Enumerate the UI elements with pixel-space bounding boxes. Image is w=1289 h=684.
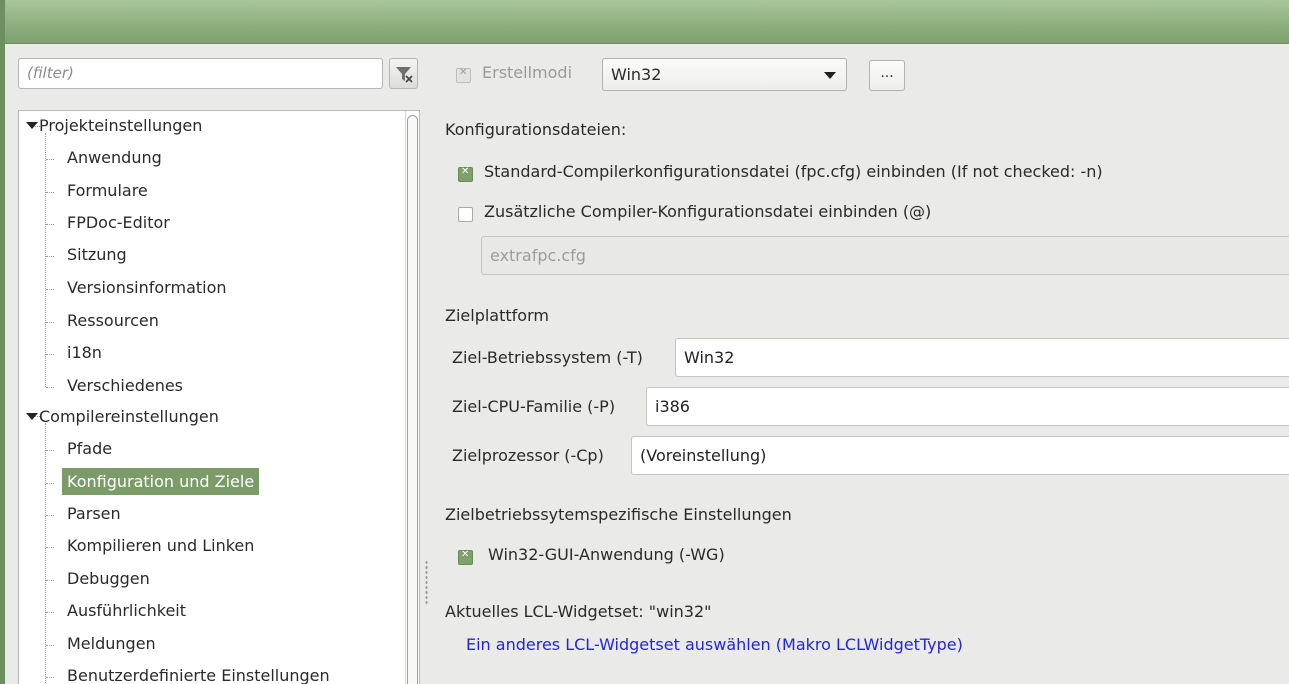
tree-item-meldungen[interactable]: Meldungen — [67, 629, 156, 659]
extra-config-label[interactable]: Zusätzliche Compiler-Konfigurationsdatei… — [484, 202, 931, 221]
tree-guide-line — [46, 450, 54, 451]
target-cpu-label: Ziel-CPU-Familie (-P) — [452, 397, 616, 416]
win32-gui-label[interactable]: Win32-GUI-Anwendung (-WG) — [488, 545, 725, 564]
select-lcl-widgetset-link[interactable]: Ein anderes LCL-Widgetset auswählen (Mak… — [466, 635, 963, 654]
tree-item-label: i18n — [67, 343, 102, 362]
dropdown-arrow-icon — [824, 72, 836, 79]
expand-arrow-icon[interactable] — [26, 413, 38, 420]
tree-scrollbar[interactable] — [405, 111, 419, 684]
tree-item-debuggen[interactable]: Debuggen — [67, 564, 150, 594]
tree-item-label: Versionsinformation — [67, 278, 227, 297]
tree-guide-line — [46, 645, 54, 646]
filter-clear-icon — [396, 67, 413, 83]
tree-item-konfiguration-und-ziele[interactable]: Konfiguration und Ziele — [62, 467, 260, 497]
os-specific-heading: Zielbetriebssytemspezifische Einstellung… — [445, 505, 792, 524]
tree-item-label: Ressourcen — [67, 311, 159, 330]
tree-item-anwendung[interactable]: Anwendung — [67, 143, 162, 173]
tree-item-label: Ausführlichkeit — [67, 601, 186, 620]
tree-item-verschiedenes[interactable]: Verschiedenes — [67, 371, 183, 401]
tree-node-label: Projekteinstellungen — [39, 116, 203, 135]
build-modes-checkbox[interactable] — [456, 67, 471, 83]
tree-item-i18n[interactable]: i18n — [67, 338, 102, 368]
tree-item-label: Anwendung — [67, 148, 162, 167]
tree-item-label: Konfiguration und Ziele — [62, 468, 260, 495]
target-processor-label: Zielprozessor (-Cp) — [452, 446, 604, 465]
tree-item-formulare[interactable]: Formulare — [67, 176, 148, 206]
window-titlebar[interactable] — [5, 0, 1289, 44]
tree-guide-line — [46, 322, 54, 323]
build-modes-label: Erstellmodi — [482, 63, 573, 82]
win32-gui-checkbox[interactable] — [458, 549, 473, 565]
standard-config-checkbox[interactable] — [458, 166, 473, 182]
tree-guide-line — [46, 612, 54, 613]
clear-filter-button[interactable] — [389, 58, 418, 89]
tree-guide-line — [46, 354, 54, 355]
tree-item-kompilieren-und-linken[interactable]: Kompilieren und Linken — [67, 531, 254, 561]
tree-item-label: Debuggen — [67, 569, 150, 588]
tree-guide-line — [46, 547, 54, 548]
pane-splitter-handle[interactable] — [425, 560, 428, 604]
tree-item-label: Sitzung — [67, 245, 127, 264]
options-dialog: (filter) Projekteinstellungen Anwendung … — [5, 44, 1289, 684]
tree-item-label: FPDoc-Editor — [67, 213, 170, 232]
tree-guide-line — [46, 483, 54, 484]
target-os-label: Ziel-Betriebssystem (-T) — [452, 348, 643, 367]
tree-guide-line — [46, 515, 54, 516]
tree-guide-line — [46, 289, 54, 290]
tree-node-projekteinstellungen[interactable]: Projekteinstellungen — [39, 111, 202, 141]
tree-item-ressourcen[interactable]: Ressourcen — [67, 306, 159, 336]
tree-item-label: Meldungen — [67, 634, 156, 653]
tree-node-label: Compilereinstellungen — [39, 407, 219, 426]
tree-item-benutzerdefinierte-einstellungen[interactable]: Benutzerdefinierte Einstellungen — [67, 661, 330, 684]
build-mode-select[interactable]: Win32 — [602, 58, 847, 91]
tree-guide-line — [46, 256, 54, 257]
tree-item-ausfuehrlichkeit[interactable]: Ausführlichkeit — [67, 596, 186, 626]
tree-guide-line — [46, 387, 54, 388]
tree-guide-line — [46, 224, 54, 225]
extra-config-file-field[interactable]: extrafpc.cfg — [481, 236, 1289, 275]
build-mode-value: Win32 — [611, 65, 662, 84]
extra-config-checkbox[interactable] — [458, 207, 473, 222]
tree-item-label: Parsen — [67, 504, 121, 523]
tree-guide-line — [46, 159, 54, 160]
expand-arrow-icon[interactable] — [26, 122, 38, 129]
tree-item-pfade[interactable]: Pfade — [67, 434, 112, 464]
tree-item-label: Benutzerdefinierte Einstellungen — [67, 666, 330, 684]
tree-guide-line — [45, 133, 46, 387]
tree-node-compilereinstellungen[interactable]: Compilereinstellungen — [39, 402, 219, 432]
target-platform-heading: Zielplattform — [445, 306, 549, 325]
tree-scrollbar-thumb[interactable] — [407, 115, 418, 684]
tree-item-label: Formulare — [67, 181, 148, 200]
filter-input[interactable]: (filter) — [18, 58, 383, 89]
current-lcl-widgetset: Aktuelles LCL-Widgetset: "win32" — [445, 602, 712, 621]
tree-item-fpdoc-editor[interactable]: FPDoc-Editor — [67, 208, 170, 238]
options-tree[interactable]: Projekteinstellungen Anwendung Formulare… — [18, 110, 420, 684]
tree-item-versionsinformation[interactable]: Versionsinformation — [67, 273, 227, 303]
build-modes-edit-button[interactable]: ... — [869, 60, 905, 91]
tree-item-sitzung[interactable]: Sitzung — [67, 240, 127, 270]
target-os-select[interactable]: Win32 — [675, 338, 1289, 377]
target-cpu-select[interactable]: i386 — [646, 387, 1289, 426]
tree-item-label: Kompilieren und Linken — [67, 536, 255, 555]
config-files-heading: Konfigurationsdateien: — [445, 120, 627, 139]
standard-config-label[interactable]: Standard-Compilerkonfigurationsdatei (fp… — [484, 162, 1103, 181]
tree-guide-line — [46, 677, 54, 678]
tree-item-parsen[interactable]: Parsen — [67, 499, 121, 529]
tree-item-label: Verschiedenes — [67, 376, 184, 395]
target-processor-select[interactable]: (Voreinstellung) — [631, 436, 1289, 475]
tree-guide-line — [46, 580, 54, 581]
tree-guide-line — [46, 192, 54, 193]
tree-item-label: Pfade — [67, 439, 113, 458]
